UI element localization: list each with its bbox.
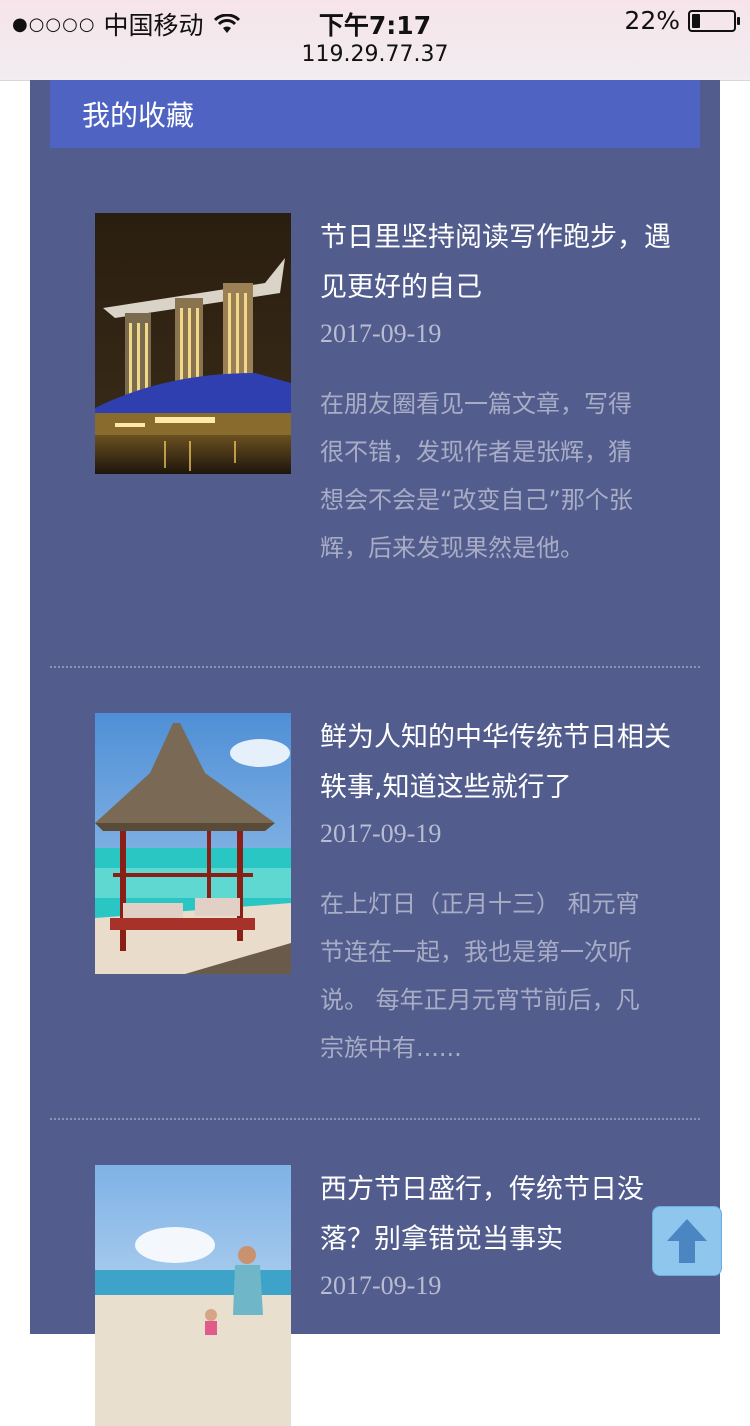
status-bar: ●○○○○ 中国移动 下午7:17 22% 119.29.77.37 [0,0,750,81]
article-date: 2017-09-19 [320,319,442,348]
beach-gazebo-photo [95,713,291,974]
article-title[interactable]: 节日里坚持阅读写作跑步，遇见更好的自己 [320,213,680,313]
marina-bay-night-photo [95,213,291,474]
article-card[interactable]: 西方节日盛行，传统节日没落？别拿错觉当事实 2017-09-19 [50,1165,700,1426]
article-title[interactable]: 西方节日盛行，传统节日没落？别拿错觉当事实 [320,1165,680,1265]
article-thumbnail[interactable] [95,713,291,974]
article-card[interactable]: 节日里坚持阅读写作跑步，遇见更好的自己 2017-09-19 在朋友圈看见一篇文… [50,213,700,633]
article-excerpt: 在朋友圈看见一篇文章，写得很不错，发现作者是张辉，猜想会不会是“改变自己”那个张… [320,390,633,562]
section-header: 我的收藏 [50,80,700,148]
battery-percent: 22% [624,6,680,35]
back-to-top-button[interactable] [652,1206,722,1276]
status-right: 22% [624,6,740,35]
address-url[interactable]: 119.29.77.37 [0,42,750,67]
article-thumbnail[interactable] [95,1165,291,1426]
battery-level [692,13,700,28]
father-child-beach-photo [95,1165,291,1426]
article-date: 2017-09-19 [320,819,442,848]
divider [50,666,700,668]
battery-icon [688,9,740,32]
article-date: 2017-09-19 [320,1271,442,1300]
section-title: 我的收藏 [82,99,195,132]
article-excerpt: 在上灯日（正月十三） 和元宵节连在一起，我也是第一次听说。 每年正月元宵节前后，… [320,890,640,1062]
article-thumbnail[interactable] [95,213,291,474]
divider [50,1118,700,1120]
article-title[interactable]: 鲜为人知的中华传统节日相关轶事,知道这些就行了 [320,713,680,813]
article-card[interactable]: 鲜为人知的中华传统节日相关轶事,知道这些就行了 2017-09-19 在上灯日（… [50,713,700,1133]
arrow-up-icon [667,1219,707,1263]
page-content: 我的收藏 节日里坚持阅读写作跑步，遇见更好的自己 2017-09-19 在朋友圈… [30,80,720,1426]
